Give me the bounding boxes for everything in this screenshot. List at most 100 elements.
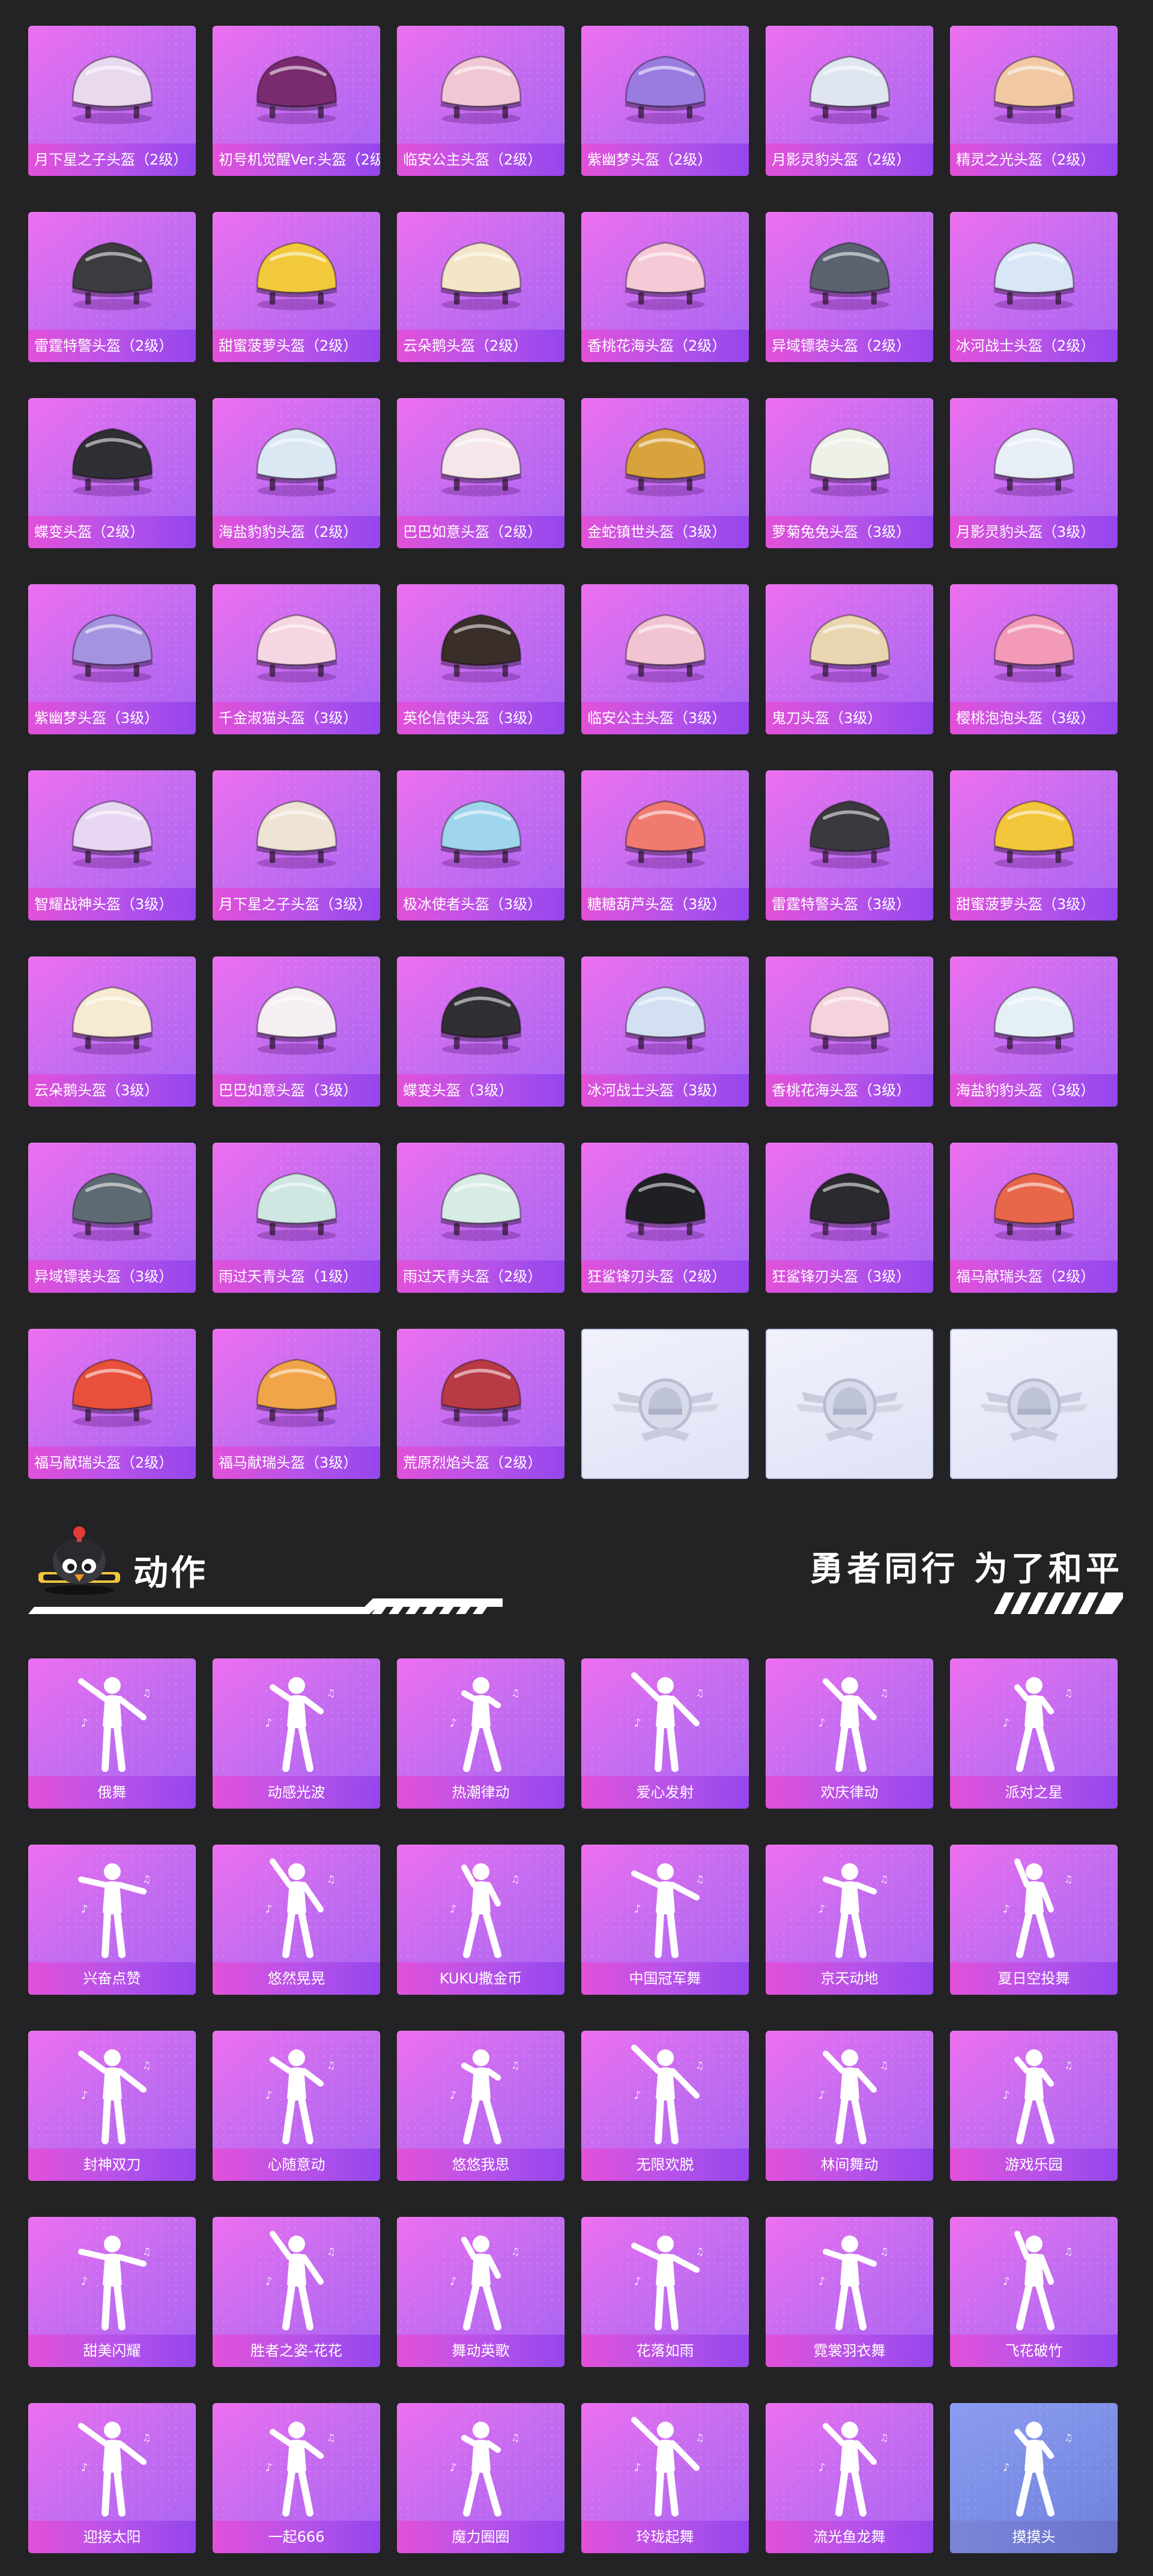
helmet-tile[interactable]: 狂鲨锋刃头盔（3级） bbox=[766, 1143, 933, 1293]
emote-tile[interactable]: ♪ ♫ 欢庆律动 bbox=[766, 1658, 933, 1809]
emote-tile[interactable]: ♪ ♫ 舞动英歌 bbox=[397, 2217, 564, 2367]
svg-text:♪: ♪ bbox=[81, 2275, 88, 2288]
helmet-tile[interactable]: 临安公主头盔（2级） bbox=[397, 26, 564, 176]
dancer-icon: ♪♫ bbox=[450, 1677, 519, 1772]
svg-text:♫: ♫ bbox=[142, 2246, 151, 2257]
helmet-tile[interactable]: 英伦信使头盔（3级） bbox=[397, 584, 564, 734]
emote-tile[interactable]: ♪ ♫ 流光鱼龙舞 bbox=[766, 2403, 933, 2553]
empty-slot-art bbox=[950, 1329, 1118, 1479]
dancer-icon: ♪♫ bbox=[77, 1863, 151, 1958]
emote-tile[interactable]: ♪ ♫ 摸摸头 bbox=[950, 2403, 1118, 2553]
helmet-tile[interactable]: 福马献瑞头盔（2级） bbox=[950, 1143, 1118, 1293]
svg-text:♫: ♫ bbox=[880, 2060, 888, 2071]
helmet-tile[interactable]: 异域镖装头盔（3级） bbox=[28, 1143, 196, 1293]
helmet-label: 智耀战神头盔（3级） bbox=[28, 888, 196, 921]
helmet-tile[interactable]: 紫幽梦头盔（2级） bbox=[581, 26, 749, 176]
emote-tile[interactable]: ♪ ♫ 封神双刀 bbox=[28, 2031, 196, 2181]
emote-tile[interactable]: ♪ ♫ 京天动地 bbox=[766, 1845, 933, 1995]
helmet-tile[interactable]: 云朵鹅头盔（2级） bbox=[397, 212, 564, 362]
helmet-icon bbox=[71, 614, 153, 683]
dancer-icon: ♪♫ bbox=[77, 2236, 151, 2330]
emote-tile[interactable]: ♪ ♫ 胜者之姿-花花 bbox=[213, 2217, 380, 2367]
helmet-icon bbox=[625, 241, 706, 310]
emote-tile[interactable]: ♪ ♫ 甜美闪耀 bbox=[28, 2217, 196, 2367]
emote-tile[interactable]: ♪ ♫ 夏日空投舞 bbox=[950, 1845, 1118, 1995]
helmet-icon bbox=[625, 614, 706, 683]
helmet-icon bbox=[809, 241, 890, 310]
helmet-tile[interactable]: 智耀战神头盔（3级） bbox=[28, 770, 196, 921]
emote-tile[interactable]: ♪ ♫ 中国冠军舞 bbox=[581, 1845, 749, 1995]
helmet-tile[interactable]: 甜蜜菠萝头盔（3级） bbox=[950, 770, 1118, 921]
emote-tile[interactable]: ♪ ♫ 花落如雨 bbox=[581, 2217, 749, 2367]
emote-tile[interactable]: ♪ ♫ 悠悠我思 bbox=[397, 2031, 564, 2181]
helmet-tile[interactable]: 樱桃泡泡头盔（3级） bbox=[950, 584, 1118, 734]
helmet-tile[interactable]: 鬼刀头盔（3级） bbox=[766, 584, 933, 734]
helmet-tile[interactable]: 雷霆特警头盔（3级） bbox=[766, 770, 933, 921]
mascot-icon bbox=[38, 1526, 120, 1595]
helmet-art bbox=[397, 770, 564, 888]
emote-tile[interactable]: ♪ ♫ 心随意动 bbox=[213, 2031, 380, 2181]
helmet-tile[interactable]: 金蛇镇世头盔（3级） bbox=[581, 398, 749, 548]
emote-tile[interactable]: ♪ ♫ 魔力圈圈 bbox=[397, 2403, 564, 2553]
helmet-art bbox=[950, 770, 1118, 888]
helmet-tile[interactable]: 月下星之子头盔（2级） bbox=[28, 26, 196, 176]
helmet-tile[interactable]: 糖糖葫芦头盔（3级） bbox=[581, 770, 749, 921]
helmet-tile[interactable]: 月影灵豹头盔（3级） bbox=[950, 398, 1118, 548]
emote-tile[interactable]: ♪ ♫ 派对之星 bbox=[950, 1658, 1118, 1809]
helmet-tile[interactable]: 雷霆特警头盔（2级） bbox=[28, 212, 196, 362]
helmet-tile[interactable]: 月影灵豹头盔（2级） bbox=[766, 26, 933, 176]
helmet-tile[interactable]: 初号机觉醒Ver.头盔（2级） bbox=[213, 26, 380, 176]
helmet-tile[interactable]: 萝菊兔兔头盔（3级） bbox=[766, 398, 933, 548]
helmet-tile[interactable]: 千金淑猫头盔（3级） bbox=[213, 584, 380, 734]
svg-text:♪: ♪ bbox=[1003, 1903, 1010, 1915]
emote-label: 玲珑起舞 bbox=[581, 2521, 749, 2553]
emote-tile[interactable]: ♪ ♫ 动感光波 bbox=[213, 1658, 380, 1809]
emote-tile[interactable]: ♪ ♫ 无限欢脱 bbox=[581, 2031, 749, 2181]
helmet-tile[interactable]: 蝶变头盔（2级） bbox=[28, 398, 196, 548]
svg-text:♪: ♪ bbox=[1003, 2275, 1010, 2288]
helmet-tile[interactable]: 冰河战士头盔（2级） bbox=[950, 212, 1118, 362]
emote-tile[interactable]: ♪ ♫ KUKU撒金币 bbox=[397, 1845, 564, 1995]
emote-tile[interactable]: ♪ ♫ 悠然晃晃 bbox=[213, 1845, 380, 1995]
helmet-tile[interactable]: 香桃花海头盔（3级） bbox=[766, 957, 933, 1107]
helmet-tile[interactable]: 甜蜜菠萝头盔（2级） bbox=[213, 212, 380, 362]
helmet-tile[interactable]: 荒原烈焰头盔（2级） bbox=[397, 1329, 564, 1479]
emote-tile[interactable]: ♪ ♫ 俄舞 bbox=[28, 1658, 196, 1809]
emote-tile[interactable]: ♪ ♫ 游戏乐园 bbox=[950, 2031, 1118, 2181]
helmet-tile[interactable]: 紫幽梦头盔（3级） bbox=[28, 584, 196, 734]
svg-text:♫: ♫ bbox=[327, 1687, 335, 1699]
helmet-art bbox=[766, 212, 933, 330]
emote-tile[interactable]: ♪ ♫ 爱心发射 bbox=[581, 1658, 749, 1809]
dancer-icon: ♪♫ bbox=[265, 1858, 335, 1958]
helmet-tile[interactable]: 海盐豹豹头盔（3级） bbox=[950, 957, 1118, 1107]
helmet-tile[interactable]: 香桃花海头盔（2级） bbox=[581, 212, 749, 362]
emote-tile[interactable]: ♪ ♫ 霓裳羽衣舞 bbox=[766, 2217, 933, 2367]
helmet-tile[interactable]: 冰河战士头盔（3级） bbox=[581, 957, 749, 1107]
emote-label: 兴奋点赞 bbox=[28, 1962, 196, 1995]
helmet-tile[interactable]: 临安公主头盔（3级） bbox=[581, 584, 749, 734]
emote-tile[interactable]: ♪ ♫ 玲珑起舞 bbox=[581, 2403, 749, 2553]
helmet-tile[interactable]: 月下星之子头盔（3级） bbox=[213, 770, 380, 921]
helmet-tile[interactable]: 巴巴如意头盔（3级） bbox=[213, 957, 380, 1107]
emote-tile[interactable]: ♪ ♫ 一起666 bbox=[213, 2403, 380, 2553]
emote-tile[interactable]: ♪ ♫ 兴奋点赞 bbox=[28, 1845, 196, 1995]
emote-tile[interactable]: ♪ ♫ 迎接太阳 bbox=[28, 2403, 196, 2553]
helmet-tile[interactable]: 福马献瑞头盔（2级） bbox=[28, 1329, 196, 1479]
helmet-tile[interactable]: 异域镖装头盔（2级） bbox=[766, 212, 933, 362]
emote-tile[interactable]: ♪ ♫ 林间舞动 bbox=[766, 2031, 933, 2181]
helmet-tile[interactable]: 极冰使者头盔（3级） bbox=[397, 770, 564, 921]
helmet-art bbox=[581, 584, 749, 702]
helmet-tile[interactable]: 狂鲨锋刃头盔（2级） bbox=[581, 1143, 749, 1293]
helmet-tile[interactable]: 福马献瑞头盔（3级） bbox=[213, 1329, 380, 1479]
helmet-label: 月影灵豹头盔（3级） bbox=[950, 516, 1118, 548]
helmet-tile[interactable]: 蝶变头盔（3级） bbox=[397, 957, 564, 1107]
helmet-tile[interactable]: 雨过天青头盔（1级） bbox=[213, 1143, 380, 1293]
emote-tile[interactable]: ♪ ♫ 飞花破竹 bbox=[950, 2217, 1118, 2367]
helmet-tile[interactable]: 云朵鹅头盔（3级） bbox=[28, 957, 196, 1107]
emote-tile[interactable]: ♪ ♫ 热潮律动 bbox=[397, 1658, 564, 1809]
helmet-tile[interactable]: 精灵之光头盔（2级） bbox=[950, 26, 1118, 176]
helmet-label: 临安公主头盔（3级） bbox=[581, 702, 749, 734]
helmet-tile[interactable]: 巴巴如意头盔（2级） bbox=[397, 398, 564, 548]
helmet-tile[interactable]: 海盐豹豹头盔（2级） bbox=[213, 398, 380, 548]
helmet-tile[interactable]: 雨过天青头盔（2级） bbox=[397, 1143, 564, 1293]
